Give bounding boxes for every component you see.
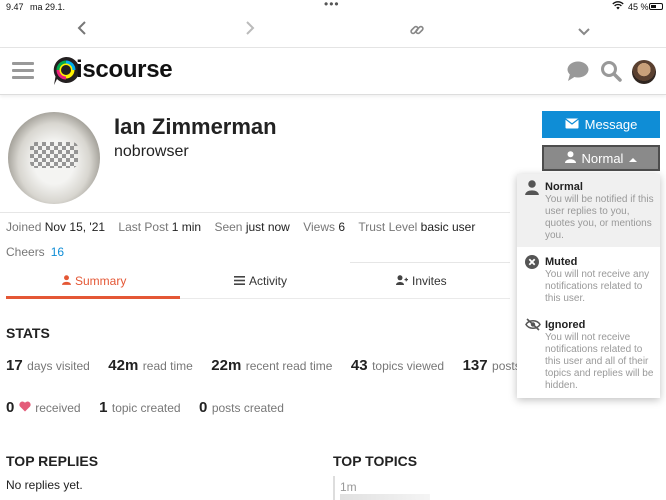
- topics-viewed-label: topics viewed: [372, 359, 445, 373]
- battery-icon: [649, 3, 663, 10]
- joined-label: Joined: [6, 220, 42, 234]
- views-label: Views: [303, 220, 335, 234]
- profile-username: nobrowser: [114, 143, 189, 160]
- profile-avatar: [8, 112, 100, 204]
- user-icon: [62, 274, 71, 288]
- chevron-down-icon[interactable]: [577, 22, 591, 43]
- user-details-line: Joined Nov 15, '21 Last Post 1 min Seen …: [6, 220, 475, 234]
- topic-border: [333, 476, 335, 500]
- joined-value: Nov 15, '21: [44, 220, 106, 234]
- topic-title-cut[interactable]: [340, 494, 430, 500]
- dropdown-item-normal[interactable]: Normal You will be notified if this user…: [517, 174, 660, 247]
- topic-created-label: topic created: [111, 401, 181, 415]
- likes-received-value: 0: [6, 399, 15, 416]
- recent-read-time-label: recent read time: [245, 359, 333, 373]
- user-plus-icon: [396, 274, 408, 288]
- days-visited-value: 17: [6, 357, 23, 374]
- dropdown-item-description: You will not receive any notifications r…: [545, 269, 650, 304]
- wifi-icon: [612, 1, 624, 12]
- topic-age: 1m: [340, 480, 357, 494]
- recent-read-time-value: 22m: [211, 357, 242, 374]
- user-icon: [525, 180, 539, 195]
- user-icon: [564, 150, 576, 166]
- list-icon: [234, 274, 245, 288]
- last-post-value: 1 min: [171, 220, 202, 234]
- tab-invites-label: Invites: [412, 274, 447, 288]
- posts-created-value: 0: [199, 399, 208, 416]
- trust-level-value: basic user: [420, 220, 476, 234]
- hamburger-icon[interactable]: [12, 62, 34, 80]
- cheers-count[interactable]: 16: [51, 245, 64, 259]
- read-time-label: read time: [142, 359, 193, 373]
- seen-label: Seen: [214, 220, 243, 234]
- message-button-label: Message: [584, 117, 638, 132]
- topic-created-value: 1: [99, 399, 108, 416]
- stats-heading: STATS: [6, 325, 50, 341]
- top-topics-heading: TOP TOPICS: [333, 453, 418, 469]
- days-visited-label: days visited: [27, 359, 90, 373]
- dropdown-item-description: You will not receive notifications relat…: [545, 332, 654, 391]
- tab-summary-label: Summary: [75, 274, 127, 288]
- read-time-value: 42m: [108, 357, 139, 374]
- site-header: iscourse: [0, 48, 666, 95]
- forward-chevron-icon[interactable]: [244, 20, 256, 41]
- link-icon[interactable]: [409, 22, 425, 43]
- eye-slash-icon: [525, 318, 541, 332]
- posts-created-label: posts created: [211, 401, 284, 415]
- envelope-icon: [564, 117, 579, 132]
- last-post-label: Last Post: [118, 220, 169, 234]
- dropdown-item-title: Normal: [545, 181, 583, 193]
- logo-text: iscourse: [76, 56, 173, 83]
- notification-level-button[interactable]: Normal: [542, 145, 660, 171]
- notification-level-label: Normal: [581, 150, 624, 166]
- search-icon[interactable]: [600, 60, 622, 87]
- status-bar: 9.47 ma 29.1. ••• 45 %: [0, 0, 666, 14]
- stats-row-2: 0 received 1 topic created 0 posts creat…: [6, 399, 284, 417]
- likes-received-label: received: [35, 401, 81, 415]
- heart-icon: [19, 399, 35, 416]
- notification-level-dropdown: Normal You will be notified if this user…: [517, 174, 660, 398]
- no-replies-text: No replies yet.: [6, 478, 83, 492]
- times-circle-icon: [525, 255, 539, 269]
- tab-activity-label: Activity: [249, 274, 288, 288]
- chat-bubble-icon[interactable]: [566, 60, 590, 87]
- caret-up-icon: [629, 151, 638, 166]
- browser-toolbar: [0, 18, 666, 48]
- tab-invites[interactable]: Invites: [396, 274, 447, 288]
- dropdown-item-description: You will be notified if this user replie…: [545, 194, 654, 241]
- current-user-avatar[interactable]: [632, 60, 656, 84]
- profile-name: Ian Zimmerman: [114, 114, 277, 139]
- status-time: 9.47: [6, 2, 24, 12]
- dropdown-item-muted[interactable]: Muted You will not receive any notificat…: [517, 248, 660, 312]
- dropdown-item-title: Ignored: [545, 319, 586, 331]
- divider: [350, 262, 510, 263]
- tab-activity[interactable]: Activity: [234, 274, 287, 288]
- status-date: ma 29.1.: [30, 2, 66, 12]
- cheers-label: Cheers: [6, 245, 45, 259]
- top-replies-heading: TOP REPLIES: [6, 453, 99, 469]
- posts-read-value: 137: [462, 357, 488, 374]
- tab-summary[interactable]: Summary: [62, 274, 126, 288]
- multitask-dots-icon[interactable]: •••: [324, 0, 340, 11]
- active-tab-indicator: [6, 296, 180, 299]
- stats-row-1: 17 days visited 42m read time 22m recent…: [6, 357, 521, 375]
- views-value: 6: [338, 220, 346, 234]
- back-chevron-icon[interactable]: [76, 20, 88, 41]
- dropdown-item-ignored[interactable]: Ignored You will not receive notificatio…: [517, 312, 660, 398]
- topics-viewed-value: 43: [350, 357, 368, 374]
- battery-percent: 45 %: [628, 2, 649, 12]
- cheers: Cheers 16: [6, 245, 64, 259]
- message-button[interactable]: Message: [542, 111, 660, 138]
- dropdown-item-title: Muted: [545, 256, 578, 268]
- seen-value: just now: [245, 220, 290, 234]
- avatar-checker-pattern: [30, 142, 78, 168]
- divider: [0, 212, 510, 213]
- trust-level-label: Trust Level: [358, 220, 418, 234]
